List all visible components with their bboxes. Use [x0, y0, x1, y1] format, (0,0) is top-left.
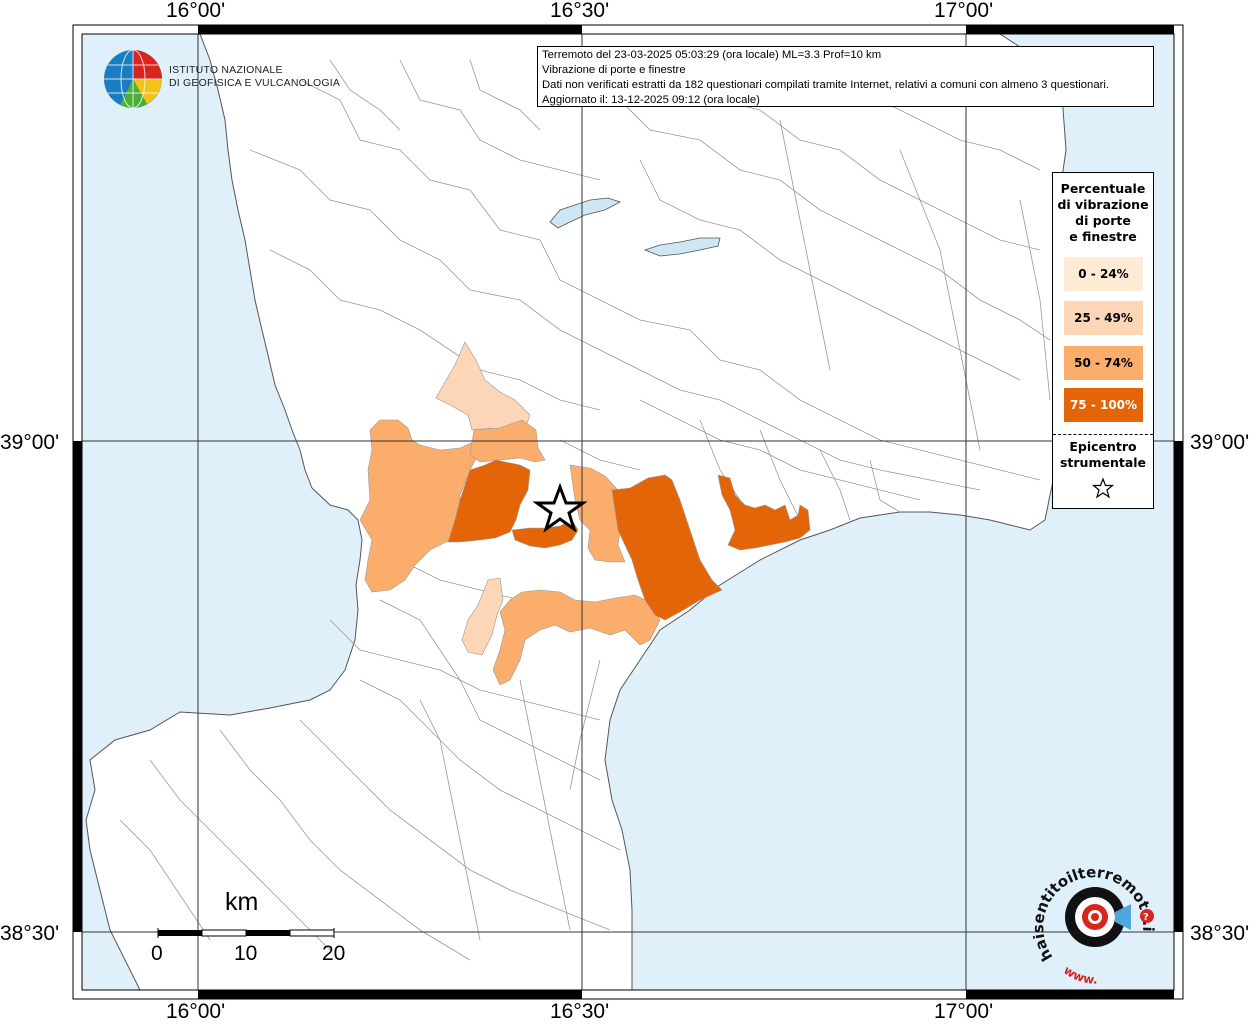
globe-icon [104, 49, 162, 109]
legend-title-line: di vibrazione [1057, 197, 1149, 212]
legend-title-line: e finestre [1069, 229, 1137, 244]
legend: Percentuale di vibrazione di porte e fin… [1052, 172, 1154, 509]
svg-text:www.: www. [1061, 963, 1097, 987]
ingv-logo-text: ISTITUTO NAZIONALE DI GEOFISICA E VULCAN… [169, 64, 340, 90]
star-icon [1092, 477, 1114, 499]
scale-tick-0: 0 [151, 942, 163, 965]
scale-tick-20: 20 [322, 942, 346, 965]
legend-swatch-75-100: 75 - 100% [1064, 388, 1143, 422]
event-info-line4: Aggiornato il: 13-12-2025 09:12 (ora loc… [542, 94, 760, 106]
ingv-logo-line2: DI GEOFISICA E VULCANOLOGIA [169, 77, 341, 89]
legend-title-line: Percentuale [1060, 181, 1146, 196]
legend-swatch-50-74: 50 - 74% [1064, 346, 1143, 380]
legend-title: Percentuale di vibrazione di porte e fin… [1053, 181, 1153, 245]
event-info-box: Terremoto del 23-03-2025 05:03:29 (ora l… [537, 46, 1154, 107]
event-info-line1: Terremoto del 23-03-2025 05:03:29 (ora l… [542, 49, 882, 61]
hst-logo-sub-text: www. [1061, 963, 1097, 987]
event-info-line2: Vibrazione di porte e finestre [542, 64, 686, 76]
scale-unit: km [225, 888, 259, 916]
legend-title-line: di porte [1075, 213, 1131, 228]
legend-epicenter-line: strumentale [1059, 455, 1147, 470]
event-info-line3: Dati non verificati estratti da 182 ques… [542, 79, 1110, 91]
legend-divider [1053, 434, 1153, 435]
legend-swatch-0-24: 0 - 24% [1064, 257, 1143, 291]
ingv-logo-line1: ISTITUTO NAZIONALE [169, 64, 283, 76]
legend-epicenter-line: Epicentro [1069, 439, 1137, 454]
svg-text:?: ? [1143, 912, 1149, 923]
legend-swatch-25-49: 25 - 49% [1064, 301, 1143, 335]
scale-tick-10: 10 [234, 942, 258, 965]
haisentito-logo-icon: haisentitoilterremoto.it www. ? [1033, 862, 1157, 987]
legend-epicenter-label: Epicentro strumentale [1053, 439, 1153, 471]
